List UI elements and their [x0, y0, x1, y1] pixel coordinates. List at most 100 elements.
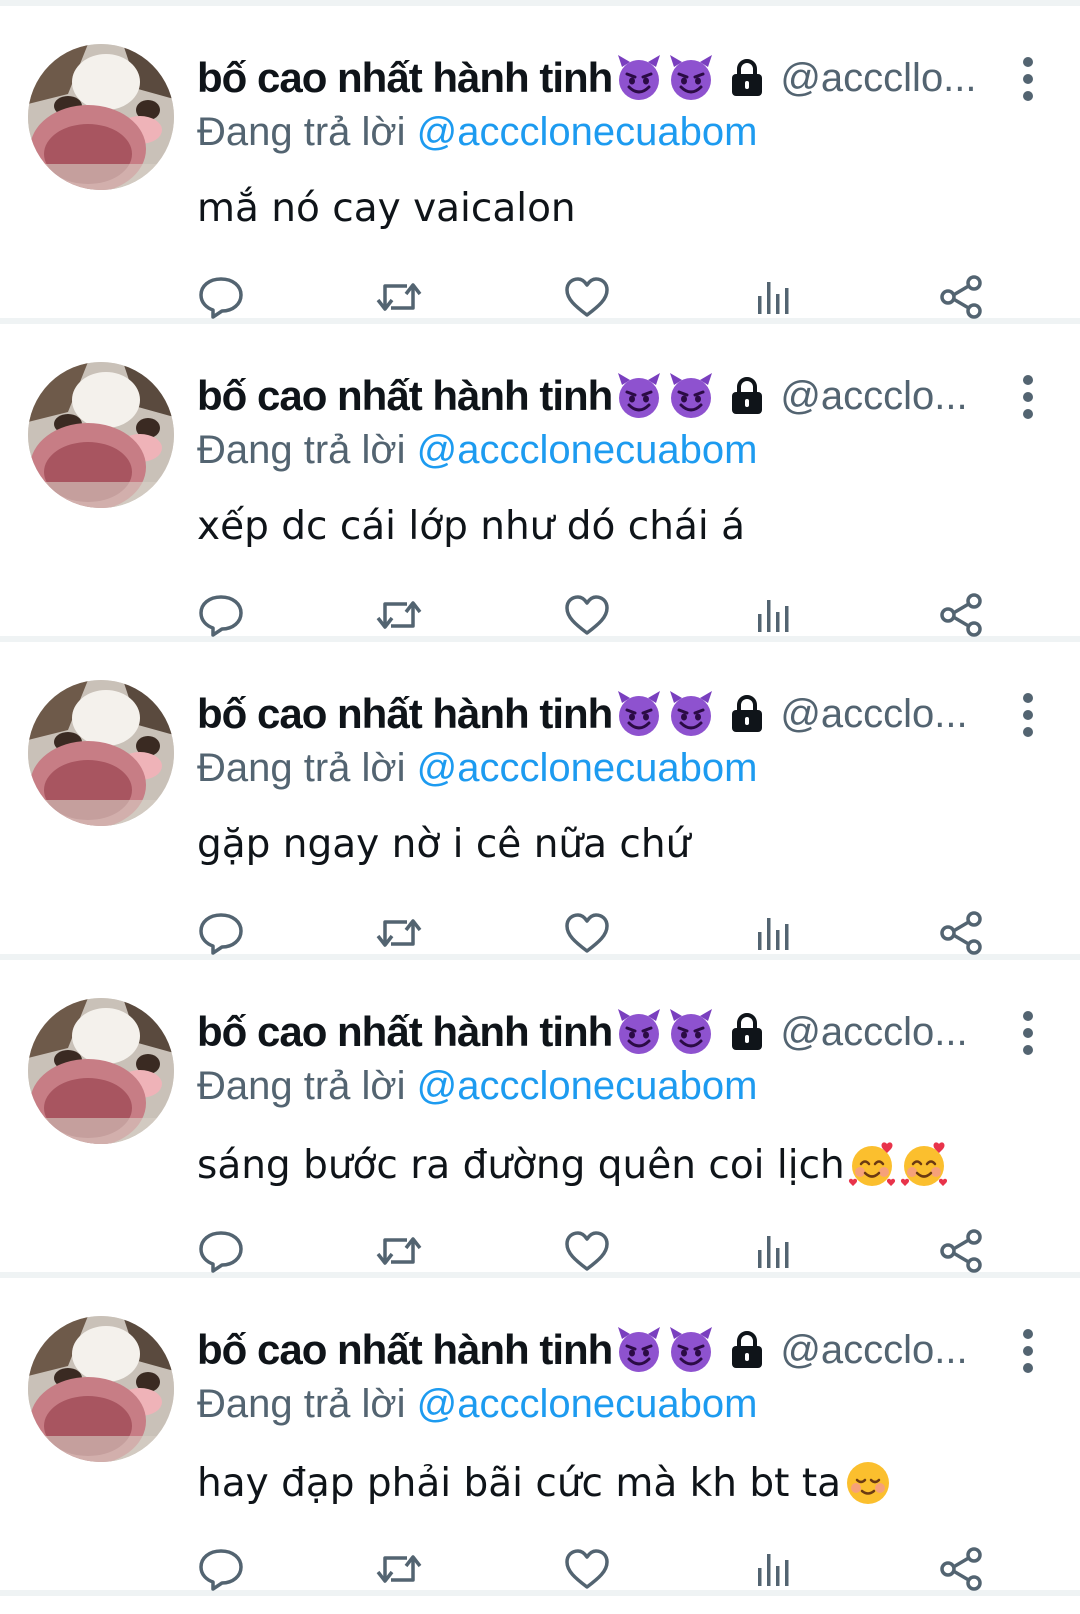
views-icon[interactable] — [749, 910, 797, 956]
share-icon[interactable] — [937, 274, 985, 320]
reply-icon[interactable] — [197, 592, 245, 638]
share-icon[interactable] — [937, 910, 985, 956]
user-handle[interactable]: @accclo... — [780, 692, 967, 737]
tweet-header: bố cao nhất hành tinh @accclo... — [197, 368, 987, 424]
smiling-imp-emoji — [666, 1325, 716, 1375]
reply-icon[interactable] — [197, 910, 245, 956]
avatar[interactable] — [28, 1316, 174, 1462]
tweet-body: gặp ngay nờ i cê nữa chứ — [197, 822, 691, 867]
tweet-body: xếp dc cái lớp như dó chái á — [197, 504, 745, 549]
like-icon[interactable] — [563, 592, 611, 638]
views-icon[interactable] — [749, 274, 797, 320]
user-handle[interactable]: @accclo... — [780, 1328, 967, 1373]
tweet-text: gặp ngay nờ i cê nữa chứ — [197, 822, 690, 867]
avatar[interactable] — [28, 362, 174, 508]
user-handle[interactable]: @accclo... — [780, 1010, 967, 1055]
smiling-face-with-hearts-emoji — [899, 1140, 949, 1190]
lock-icon — [726, 375, 768, 417]
display-name[interactable]: bố cao nhất hành tinh — [197, 54, 613, 102]
avatar[interactable] — [28, 998, 174, 1144]
replying-to: Đang trả lời @accclonecuabom — [197, 110, 757, 155]
reply-to-handle[interactable]: @accclonecuabom — [417, 428, 758, 472]
like-icon[interactable] — [563, 274, 611, 320]
reply-to-handle[interactable]: @accclonecuabom — [417, 746, 758, 790]
reply-feed: bố cao nhất hành tinh @acccllo... Đang trả… — [0, 6, 1080, 1596]
retweet-icon[interactable] — [375, 274, 423, 320]
smiling-imp-emoji — [614, 53, 664, 103]
avatar[interactable] — [28, 680, 174, 826]
replying-to: Đang trả lời @accclonecuabom — [197, 428, 757, 473]
avatar[interactable] — [28, 44, 174, 190]
tweet-text: sáng bước ra đường quên coi lịch — [197, 1140, 949, 1190]
share-icon[interactable] — [937, 592, 985, 638]
more-options-icon[interactable] — [1020, 1328, 1036, 1374]
like-icon[interactable] — [563, 910, 611, 956]
tweet-text: hay đạp phải bãi cức mà kh bt ta — [197, 1458, 893, 1508]
display-name[interactable]: bố cao nhất hành tinh — [197, 1008, 613, 1056]
like-icon[interactable] — [563, 1546, 611, 1592]
reply-prefix: Đang trả lời — [197, 428, 406, 472]
user-handle[interactable]: @acccllo... — [780, 56, 976, 101]
retweet-icon[interactable] — [375, 1228, 423, 1274]
tweet-header: bố cao nhất hành tinh @accclo... — [197, 1322, 987, 1378]
smiling-face-with-hearts-emoji — [847, 1140, 897, 1190]
views-icon[interactable] — [749, 592, 797, 638]
lock-icon — [726, 57, 768, 99]
share-icon[interactable] — [937, 1546, 985, 1592]
lock-icon — [726, 1011, 768, 1053]
smiling-imp-emoji — [666, 371, 716, 421]
reply-prefix: Đang trả lời — [197, 746, 406, 790]
more-options-icon[interactable] — [1020, 374, 1036, 420]
tweet-actions — [197, 1546, 1017, 1592]
retweet-icon[interactable] — [375, 592, 423, 638]
reply-prefix: Đang trả lời — [197, 110, 406, 154]
reply-to-handle[interactable]: @accclonecuabom — [417, 1382, 758, 1426]
reply-tweet[interactable]: bố cao nhất hành tinh @accclo... Đang trả … — [0, 642, 1080, 960]
user-handle[interactable]: @accclo... — [780, 374, 967, 419]
reply-prefix: Đang trả lời — [197, 1064, 406, 1108]
views-icon[interactable] — [749, 1546, 797, 1592]
smiling-imp-emoji — [614, 371, 664, 421]
tweet-header: bố cao nhất hành tinh @accclo... — [197, 686, 987, 742]
tweet-actions — [197, 274, 1017, 320]
share-icon[interactable] — [937, 1228, 985, 1274]
retweet-icon[interactable] — [375, 910, 423, 956]
reply-icon[interactable] — [197, 274, 245, 320]
replying-to: Đang trả lời @accclonecuabom — [197, 1382, 757, 1427]
like-icon[interactable] — [563, 1228, 611, 1274]
reply-tweet[interactable]: bố cao nhất hành tinh @acccllo... Đang trả… — [0, 6, 1080, 324]
tweet-header: bố cao nhất hành tinh @acccllo... — [197, 50, 987, 106]
relieved-smiling-face-emoji — [843, 1458, 893, 1508]
reply-to-handle[interactable]: @accclonecuabom — [417, 110, 758, 154]
reply-tweet[interactable]: bố cao nhất hành tinh @accclo... Đang trả … — [0, 324, 1080, 642]
reply-icon[interactable] — [197, 1546, 245, 1592]
display-name[interactable]: bố cao nhất hành tinh — [197, 372, 613, 420]
views-icon[interactable] — [749, 1228, 797, 1274]
reply-icon[interactable] — [197, 1228, 245, 1274]
smiling-imp-emoji — [666, 689, 716, 739]
smiling-imp-emoji — [666, 1007, 716, 1057]
display-name[interactable]: bố cao nhất hành tinh — [197, 690, 613, 738]
more-options-icon[interactable] — [1020, 692, 1036, 738]
tweet-actions — [197, 592, 1017, 638]
smiling-imp-emoji — [614, 1007, 664, 1057]
tweet-body: hay đạp phải bãi cức mà kh bt ta — [197, 1460, 842, 1506]
lock-icon — [726, 693, 768, 735]
tweet-body: mắ nó cay vaicalon — [197, 186, 576, 231]
tweet-body: sáng bước ra đường quên coi lịch — [197, 1142, 845, 1188]
tweet-text: xếp dc cái lớp như dó chái á — [197, 504, 745, 549]
more-options-icon[interactable] — [1020, 56, 1036, 102]
smiling-imp-emoji — [614, 1325, 664, 1375]
tweet-actions — [197, 1228, 1017, 1274]
lock-icon — [726, 1329, 768, 1371]
tweet-text: mắ nó cay vaicalon — [197, 186, 576, 231]
tweet-header: bố cao nhất hành tinh @accclo... — [197, 1004, 987, 1060]
tweet-actions — [197, 910, 1017, 956]
retweet-icon[interactable] — [375, 1546, 423, 1592]
reply-to-handle[interactable]: @accclonecuabom — [417, 1064, 758, 1108]
more-options-icon[interactable] — [1020, 1010, 1036, 1056]
smiling-imp-emoji — [666, 53, 716, 103]
reply-tweet[interactable]: bố cao nhất hành tinh @accclo... Đang trả … — [0, 1278, 1080, 1596]
display-name[interactable]: bố cao nhất hành tinh — [197, 1326, 613, 1374]
reply-tweet[interactable]: bố cao nhất hành tinh @accclo... Đang trả … — [0, 960, 1080, 1278]
